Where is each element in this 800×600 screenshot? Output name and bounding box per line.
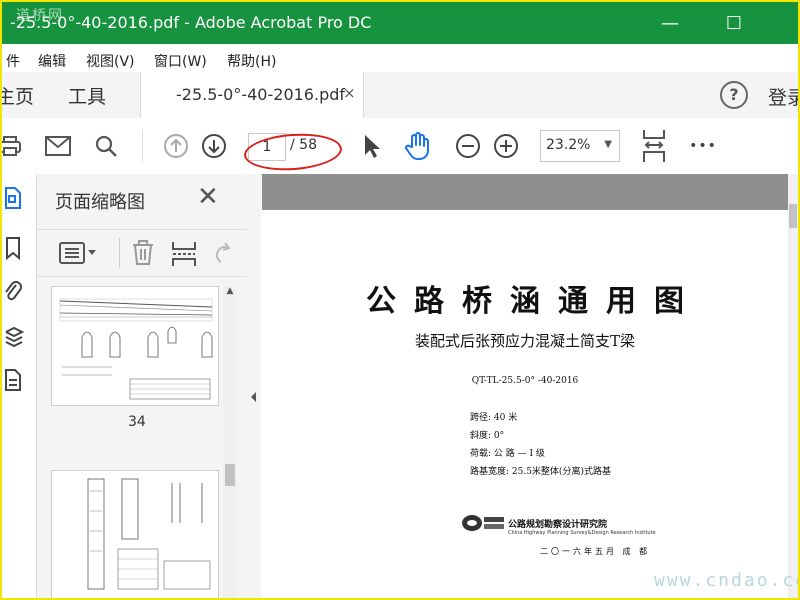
skew-field: 斜度: 0°: [470, 431, 505, 441]
hand-tool-icon[interactable]: [404, 132, 432, 160]
thumbnail-page-34[interactable]: [51, 286, 219, 406]
options-menu-icon[interactable]: [59, 242, 97, 268]
panel-title: 页面缩略图: [55, 192, 145, 213]
title-bar: 道桥网 -25.5-0°-40-2016.pdf - Adobe Acrobat…: [2, 2, 798, 44]
institute-logo: [460, 512, 506, 538]
maximize-icon: ☐: [725, 12, 743, 34]
tab-tools[interactable]: 工具: [68, 82, 106, 109]
close-panel-icon[interactable]: ✕: [197, 182, 219, 212]
document-scroll-thumb[interactable]: [789, 204, 797, 228]
document-scrollbar[interactable]: [788, 174, 798, 598]
bookmark-icon[interactable]: [4, 236, 26, 262]
menu-help[interactable]: 帮助(H): [227, 51, 276, 71]
menu-view[interactable]: 视图(V): [86, 51, 135, 71]
document-code: QT-TL-25.5-0° -40-2016: [471, 376, 579, 386]
tab-document[interactable]: -25.5-0°-40-2016.pdf ×: [140, 72, 364, 118]
pdf-page: 公路桥涵通用图 装配式后张预应力混凝土简支T梁 QT-TL-25.5-0° -4…: [262, 210, 788, 598]
tab-bar: 主页 工具 -25.5-0°-40-2016.pdf × ? 登录: [2, 72, 798, 119]
mail-icon[interactable]: [44, 132, 72, 160]
zoom-in-icon[interactable]: [492, 132, 520, 160]
delete-page-icon[interactable]: [131, 240, 155, 270]
insert-page-icon[interactable]: [171, 240, 197, 272]
attachment-icon[interactable]: [4, 280, 26, 306]
zoom-select[interactable]: 23.2% ▼: [540, 130, 620, 162]
width-field: 路基宽度: 25.5米整体(分离)式路基: [470, 467, 611, 477]
close-tab-icon[interactable]: ×: [343, 84, 356, 102]
site-watermark: www.cndao.com: [654, 570, 798, 591]
institute-name-english: China Highway Planning Survey&Design Res…: [508, 530, 656, 536]
document-date: 二〇一六年五月 成 都: [540, 547, 651, 556]
minimize-button[interactable]: —: [650, 10, 690, 36]
institute-name: 公路规划勘察设计研究院: [508, 520, 608, 530]
help-icon[interactable]: ?: [720, 81, 748, 109]
document-subtitle: 装配式后张预应力混凝土简支T梁: [414, 332, 635, 350]
panel-scrollbar[interactable]: ▲: [223, 286, 237, 598]
span-field: 跨径: 40 米: [470, 413, 518, 423]
previous-page-icon[interactable]: [162, 132, 190, 160]
content-icon[interactable]: [4, 368, 26, 394]
thumbnails-panel: 页面缩略图 ✕ 34 ▲: [37, 174, 248, 598]
load-field: 荷载: 公 路 — I 级: [470, 449, 545, 459]
thumbnail-drawing: [59, 298, 213, 400]
scroll-up-icon[interactable]: ▲: [223, 286, 237, 300]
more-options-icon[interactable]: •••: [688, 132, 718, 160]
search-icon[interactable]: [92, 132, 120, 160]
page-thumbnails-icon[interactable]: [4, 186, 26, 212]
left-rail: [2, 174, 37, 598]
panel-scroll-thumb[interactable]: [225, 464, 235, 486]
menu-window[interactable]: 窗口(W): [154, 51, 207, 71]
maximize-button[interactable]: ☐: [714, 10, 754, 36]
app-window: 道桥网 -25.5-0°-40-2016.pdf - Adobe Acrobat…: [0, 0, 800, 600]
print-icon[interactable]: [2, 132, 24, 160]
zoom-out-icon[interactable]: [454, 132, 482, 160]
menu-edit[interactable]: 编辑: [38, 51, 66, 71]
window-title: -25.5-0°-40-2016.pdf - Adobe Acrobat Pro…: [10, 13, 372, 32]
thumbnail-page-label: 34: [128, 414, 146, 430]
chevron-down-icon: ▼: [604, 139, 612, 150]
menu-bar: 件 编辑 视图(V) 窗口(W) 帮助(H): [2, 44, 798, 72]
rotate-page-icon[interactable]: [211, 240, 233, 270]
panel-toolbar: [37, 229, 247, 277]
menu-file[interactable]: 件: [6, 51, 20, 71]
document-tab-label: -25.5-0°-40-2016.pdf: [176, 85, 346, 104]
toolbar-divider: [142, 130, 143, 162]
document-title: 公路桥涵通用图: [366, 284, 702, 319]
zoom-value: 23.2%: [546, 137, 591, 153]
minimize-icon: —: [661, 12, 679, 34]
thumbnail-drawing: [87, 478, 211, 590]
next-page-icon[interactable]: [200, 132, 228, 160]
document-view[interactable]: 公路桥涵通用图 装配式后张预应力混凝土简支T梁 QT-TL-25.5-0° -4…: [262, 174, 788, 598]
select-tool-icon[interactable]: [358, 132, 386, 160]
layers-icon[interactable]: [4, 324, 26, 350]
sign-in-button[interactable]: 登录: [768, 83, 798, 110]
toolbar: 1 / 58 23.2% ▼ •••: [2, 118, 798, 175]
panel-divider: [119, 238, 120, 268]
panel-collapse-handle[interactable]: [247, 174, 261, 598]
tab-home[interactable]: 主页: [2, 82, 34, 109]
thumbnail-page-35[interactable]: [51, 470, 219, 598]
fit-page-icon[interactable]: [640, 126, 668, 166]
